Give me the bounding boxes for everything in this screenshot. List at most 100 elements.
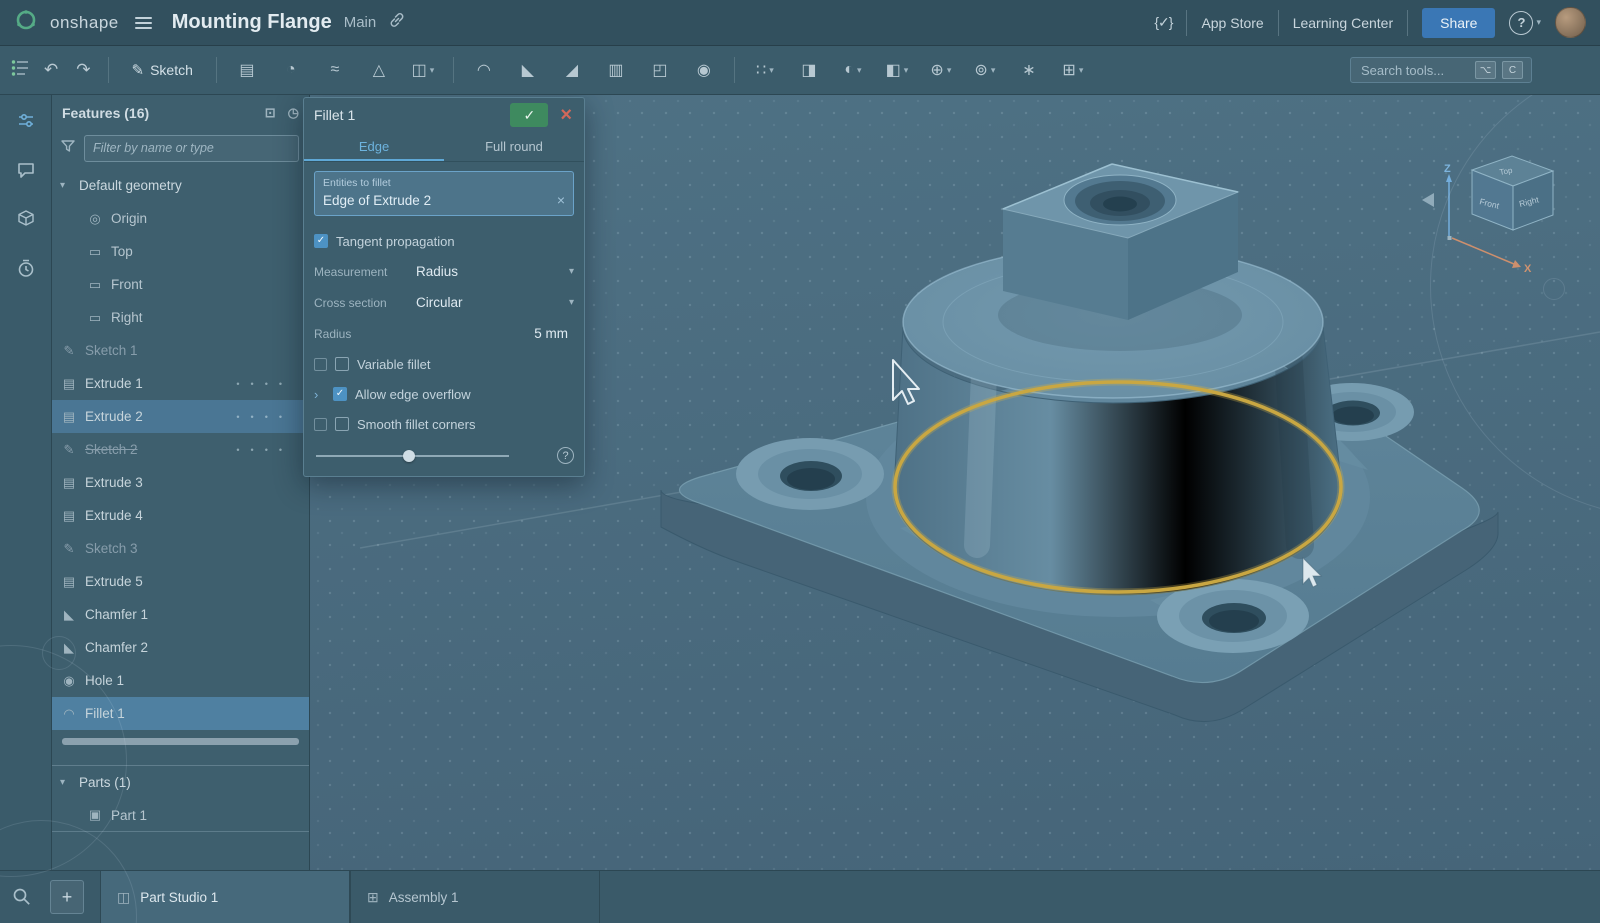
fillet-preview-slider[interactable]: [314, 449, 547, 463]
expander-icon[interactable]: ›: [314, 387, 325, 402]
smooth-fillet-corners-row[interactable]: Smooth fillet corners: [314, 409, 574, 439]
chevron-down-icon[interactable]: ▾: [991, 65, 996, 76]
cancel-button[interactable]: ×: [558, 105, 574, 125]
feature-row-sketch-2[interactable]: ✎Sketch 2••••: [52, 433, 309, 466]
add-tab-button[interactable]: +: [50, 880, 84, 914]
feature-row-top[interactable]: ▭Top: [52, 235, 309, 268]
user-avatar[interactable]: [1555, 7, 1586, 38]
shell-tool-button[interactable]: ◰: [641, 54, 679, 86]
feature-row-sketch-3[interactable]: ✎Sketch 3: [52, 532, 309, 565]
feature-list-icon[interactable]: [10, 57, 32, 84]
help-menu[interactable]: ? ▾: [1509, 11, 1541, 35]
filter-icon[interactable]: [60, 138, 76, 159]
feature-row-extrude-2[interactable]: ▤Extrude 2••••: [52, 400, 309, 433]
chamfer-tool-button[interactable]: ◣: [509, 54, 547, 86]
sweep-tool-button[interactable]: ≈: [316, 54, 354, 86]
feature-row-extrude-3[interactable]: ▤Extrude 3: [52, 466, 309, 499]
insert-feature-tool-button[interactable]: ⊞▾: [1054, 54, 1092, 86]
feature-row-front[interactable]: ▭Front: [52, 268, 309, 301]
chevron-down-icon[interactable]: ▾: [60, 777, 72, 788]
modify-fillet-tool-button[interactable]: ∗: [1010, 54, 1048, 86]
tangent-propagation-row[interactable]: ✓ Tangent propagation: [314, 226, 574, 256]
tangent-propagation-checkbox[interactable]: ✓: [314, 234, 328, 248]
comments-icon[interactable]: [16, 160, 36, 185]
mounting-hole-left[interactable]: [736, 438, 884, 510]
chevron-down-icon[interactable]: ▾: [430, 65, 435, 76]
feature-row-origin[interactable]: ◎Origin: [52, 202, 309, 235]
share-button[interactable]: Share: [1422, 8, 1495, 38]
sketch-button[interactable]: ✎ Sketch: [120, 56, 205, 84]
feature-row-chamfer-2[interactable]: ◣Chamfer 2: [52, 631, 309, 664]
feature-row-default-geometry[interactable]: ▾Default geometry: [52, 169, 309, 202]
document-menu-icon[interactable]: [131, 13, 156, 33]
feature-row-chamfer-1[interactable]: ◣Chamfer 1: [52, 598, 309, 631]
variable-fillet-checkbox[interactable]: [335, 357, 349, 371]
versions-icon[interactable]: {✓}: [1154, 14, 1172, 31]
draft-tool-button[interactable]: ◢: [553, 54, 591, 86]
view-cube-rotate-arrow[interactable]: [1422, 193, 1434, 207]
rib-tool-button[interactable]: ▥: [597, 54, 635, 86]
redo-button[interactable]: ↷: [70, 56, 96, 84]
remove-entity-icon[interactable]: ×: [557, 192, 565, 208]
feature-row-parts-group[interactable]: ▾ Parts (1): [52, 766, 309, 799]
dialog-help-icon[interactable]: ?: [557, 447, 574, 464]
allow-edge-overflow-checkbox[interactable]: ✓: [333, 387, 347, 401]
chevron-down-icon[interactable]: ▾: [60, 180, 72, 191]
slider-thumb[interactable]: [403, 450, 415, 462]
revolve-tool-button[interactable]: ◔: [272, 54, 310, 86]
fillet-tool-button[interactable]: ◠: [465, 54, 503, 86]
search-tools-input[interactable]: [1359, 62, 1469, 79]
transform-tool-button[interactable]: ⊕▾: [922, 54, 960, 86]
tab-edge[interactable]: Edge: [304, 132, 444, 161]
smooth-fillet-corners-checkbox[interactable]: [335, 417, 349, 431]
search-tools-box[interactable]: ⌥ C: [1350, 57, 1532, 83]
feature-row-sketch-1[interactable]: ✎Sketch 1: [52, 334, 309, 367]
tab-full-round[interactable]: Full round: [444, 132, 584, 161]
thicken-tool-button[interactable]: ◫▾: [404, 54, 442, 86]
feature-row-part-1[interactable]: ▣Part 1: [52, 799, 309, 832]
rollback-bar[interactable]: [62, 738, 299, 745]
panel-options-icon[interactable]: ⊡: [265, 105, 276, 121]
appearance-icon[interactable]: [16, 209, 36, 234]
split-tool-button[interactable]: ◧▾: [878, 54, 916, 86]
loft-tool-button[interactable]: △: [360, 54, 398, 86]
chevron-down-icon[interactable]: ▾: [857, 65, 862, 76]
tab-assembly-1[interactable]: ⊞Assembly 1: [350, 871, 600, 923]
rollback-history-icon[interactable]: ◷: [288, 105, 299, 121]
help-icon[interactable]: ?: [1509, 11, 1533, 35]
radius-input-row[interactable]: Radius 5 mm: [314, 318, 574, 349]
feature-row-extrude-4[interactable]: ▤Extrude 4: [52, 499, 309, 532]
variable-fillet-row[interactable]: Variable fillet: [314, 349, 574, 379]
linear-pattern-tool-button[interactable]: ∷▾: [746, 54, 784, 86]
feature-filter-input[interactable]: [84, 135, 299, 162]
confirm-button[interactable]: ✓: [510, 103, 548, 127]
undo-button[interactable]: ↶: [38, 56, 64, 84]
radius-input[interactable]: 5 mm: [534, 326, 574, 341]
feature-row-hole-1[interactable]: ◉Hole 1: [52, 664, 309, 697]
square-boss[interactable]: [998, 164, 1242, 351]
measurement-dropdown[interactable]: Measurement Radius ▾: [314, 256, 574, 287]
offset-surface-tool-button[interactable]: ⊚▾: [966, 54, 1004, 86]
extrude-tool-button[interactable]: ▤: [228, 54, 266, 86]
entities-to-fillet-field[interactable]: Entities to fillet Edge of Extrude 2 ×: [314, 171, 574, 216]
feature-row-fillet-1[interactable]: ◠Fillet 1: [52, 697, 309, 730]
feature-row-extrude-5[interactable]: ▤Extrude 5: [52, 565, 309, 598]
app-store-link[interactable]: App Store: [1201, 15, 1263, 31]
feature-row-right[interactable]: ▭Right: [52, 301, 309, 334]
hole-tool-button[interactable]: ◉: [685, 54, 723, 86]
cross-section-dropdown[interactable]: Cross section Circular ▾: [314, 287, 574, 318]
chevron-down-icon[interactable]: ▾: [769, 65, 774, 76]
feature-row-extrude-1[interactable]: ▤Extrude 1••••: [52, 367, 309, 400]
share-link-icon[interactable]: [388, 11, 406, 34]
learning-center-link[interactable]: Learning Center: [1293, 15, 1393, 31]
tab-part-studio-1[interactable]: ◫Part Studio 1: [100, 871, 350, 923]
boolean-tool-button[interactable]: ◐▾: [834, 54, 872, 86]
chevron-down-icon[interactable]: ▾: [947, 65, 952, 76]
chevron-down-icon[interactable]: ▾: [904, 65, 909, 76]
workspace-name[interactable]: Main: [344, 14, 377, 31]
dialog-header[interactable]: Fillet 1 ✓ ×: [304, 98, 584, 132]
tab-search-icon[interactable]: [0, 871, 44, 923]
allow-edge-overflow-row[interactable]: › ✓ Allow edge overflow: [314, 379, 574, 409]
history-icon[interactable]: [16, 258, 36, 283]
chevron-down-icon[interactable]: ▾: [1079, 65, 1084, 76]
